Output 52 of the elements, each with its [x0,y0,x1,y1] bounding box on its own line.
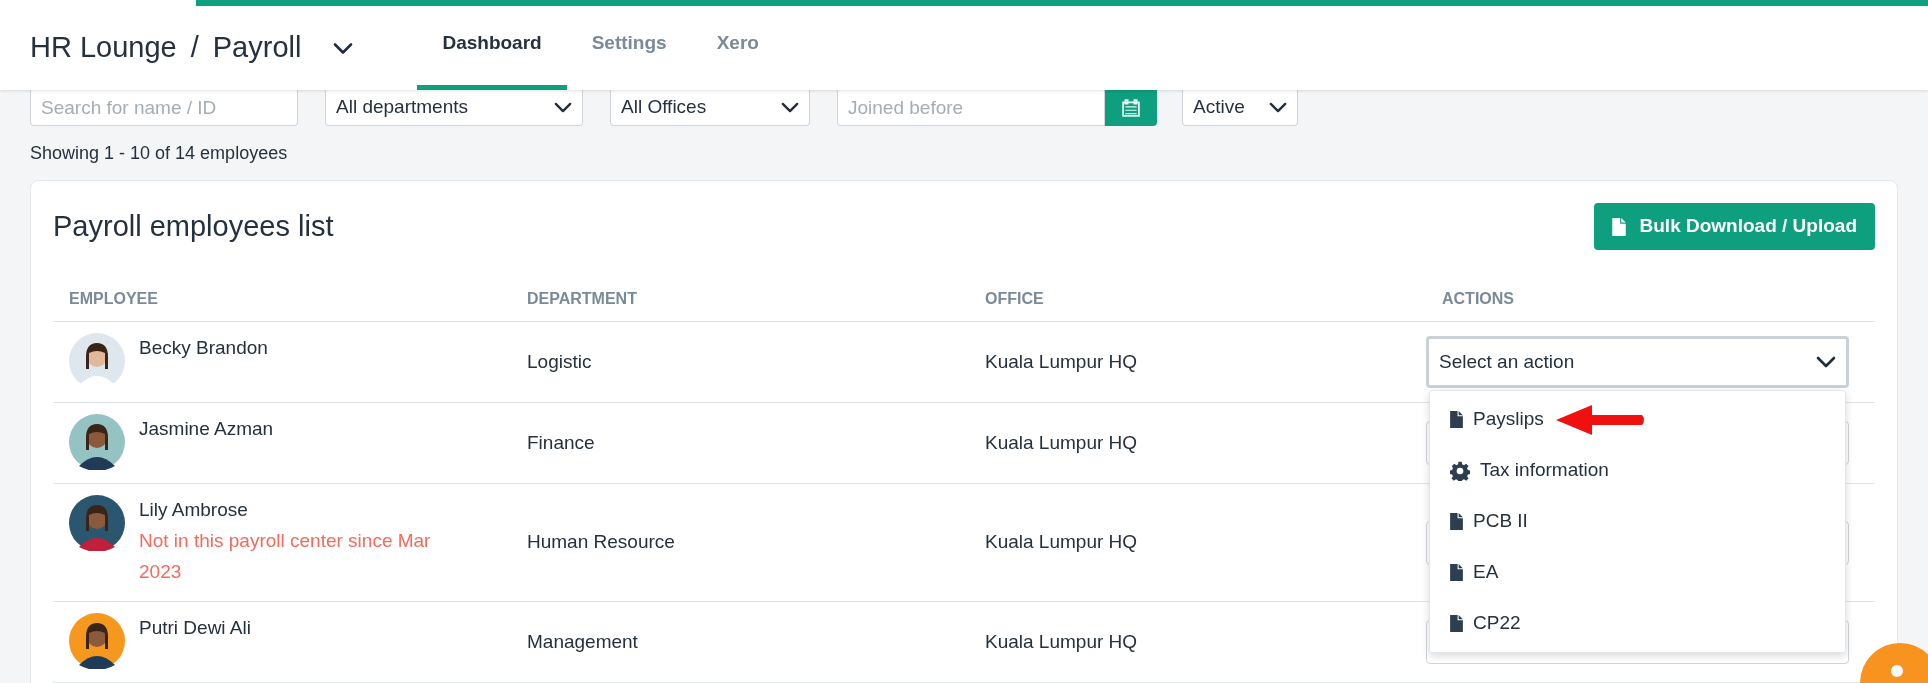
employee-name[interactable]: Jasmine Azman [139,415,274,444]
action-select[interactable]: Select an action [1426,336,1849,388]
employee-name[interactable]: Becky Brandon [139,334,268,363]
office-select[interactable]: All Offices [610,90,810,126]
chevron-down-icon [781,102,799,113]
file-icon [1611,217,1626,236]
menu-item[interactable]: Payslips [1450,405,1544,434]
avatar [69,613,125,669]
department-cell-text: Finance [527,430,595,455]
department-cell-text: Management [527,629,638,654]
calendar-icon [1122,99,1140,117]
nav-tab[interactable]: Xero [691,2,784,90]
department-select[interactable]: All departments [325,90,583,126]
office-cell-text: Kuala Lumpur HQ [985,530,1138,555]
search-field[interactable]: Search for name / ID [30,90,298,126]
menu-item[interactable]: CP22 [1450,609,1521,638]
breadcrumb-text: HR Lounge [30,30,177,66]
avatar [69,495,125,551]
menu-item[interactable]: EA [1450,558,1499,587]
column-header: DEPARTMENT [526,288,638,309]
file-icon [1450,411,1463,428]
chevron-down-icon [333,41,354,55]
employee-name[interactable]: Putri Dewi Ali [139,614,251,643]
menu-item[interactable]: Tax information [1450,456,1609,485]
calendar-button[interactable] [1105,90,1157,126]
employee-name[interactable]: Lily Ambrose [139,496,439,525]
status-select[interactable]: Active [1182,90,1298,126]
office-cell-text: Kuala Lumpur HQ [985,629,1138,654]
chevron-down-icon [1269,102,1287,113]
date-field[interactable]: Joined before [837,90,1105,126]
menu-item[interactable]: PCB II [1450,507,1528,536]
department-cell-text: Logistic [527,349,592,374]
department-cell-text: Human Resource [527,530,675,555]
column-header: OFFICE [984,288,1045,309]
status-note: Not in this payroll center since Mar 2023 [139,528,432,584]
avatar [69,414,125,470]
nav-tab[interactable]: Settings [566,2,692,90]
summary-text: Showing 1 - 10 of 14 employees [29,142,289,165]
avatar [69,333,125,389]
file-icon [1450,564,1463,581]
office-cell-text: Kuala Lumpur HQ [985,430,1138,455]
file-icon [1450,513,1463,530]
office-cell-text: Kuala Lumpur HQ [985,349,1138,374]
column-header: EMPLOYEE [68,288,159,309]
chevron-down-icon [1816,356,1836,368]
column-header: ACTIONS [1441,288,1515,309]
breadcrumb-text: / [190,30,199,66]
breadcrumb-text[interactable]: Payroll [212,26,302,70]
card-title: Payroll employees list [53,208,334,244]
gear-icon [1450,460,1470,481]
chevron-down-icon [554,102,572,113]
file-icon [1450,615,1463,632]
